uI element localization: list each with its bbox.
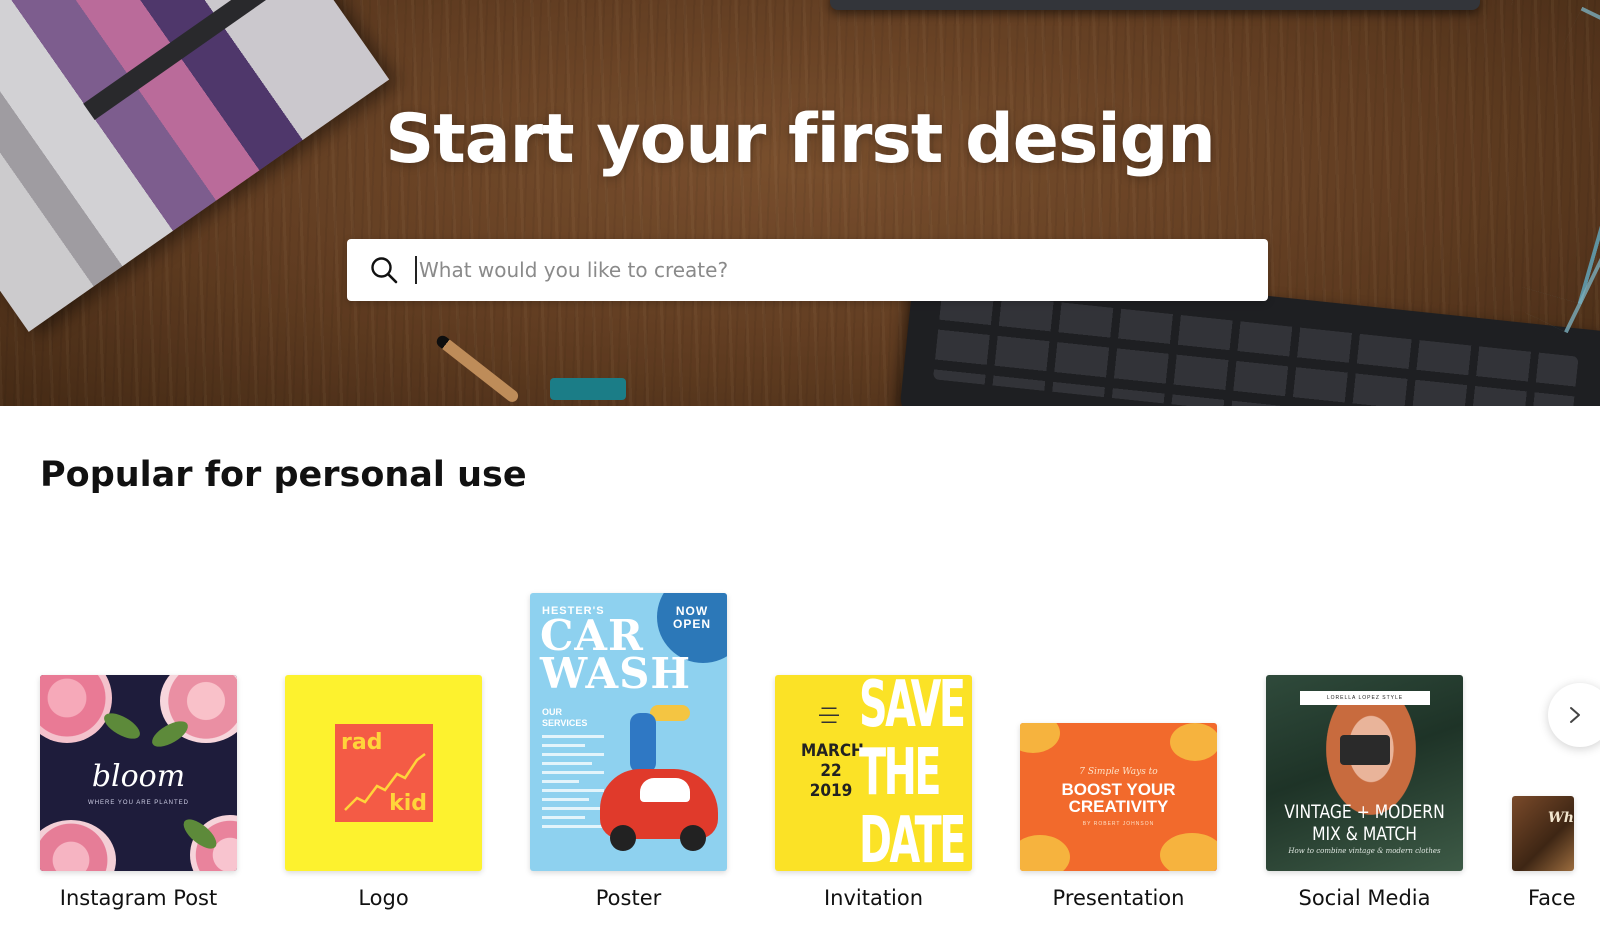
poster-badge-text: NOW OPEN <box>672 604 711 631</box>
design-thumb-instagram-post[interactable]: bloom WHERE YOU ARE PLANTED <box>40 675 237 871</box>
pres-kicker: 7 Simple Ways to <box>1079 767 1158 777</box>
logo-text-top: rad <box>341 730 383 755</box>
design-thumb-facebook[interactable]: Wh <box>1512 796 1574 871</box>
carousel-next-button[interactable] <box>1548 683 1600 747</box>
design-thumb-presentation[interactable]: 7 Simple Ways to BOOST YOUR CREATIVITY B… <box>1020 723 1217 871</box>
card-label-facebook[interactable]: Face <box>1512 886 1600 910</box>
pres-byline: BY ROBERT JOHNSON <box>1082 821 1155 827</box>
paint-splash <box>1020 835 1070 871</box>
card-label-social-media[interactable]: Social Media <box>1266 886 1463 910</box>
social-header: LORELLA LOPEZ STYLE <box>1300 691 1430 705</box>
design-thumb-social-media[interactable]: LORELLA LOPEZ STYLE VINTAGE + MODERN MIX… <box>1266 675 1463 871</box>
hero-banner: Start your first design <box>0 0 1600 406</box>
hero-overlay <box>0 0 1600 406</box>
thumb-text: bloom <box>91 759 186 794</box>
design-thumb-invitation[interactable]: ▬▬▬ ▬▬▬▬ ▬▬▬ MARCH 22 2019 SAVE THE DATE <box>775 675 972 871</box>
camera-icon <box>1340 735 1390 765</box>
leaf-decoration <box>100 708 144 744</box>
design-thumb-logo[interactable]: rad kid <box>285 675 482 871</box>
section-title: Popular for personal use <box>40 455 527 495</box>
car-wheel <box>610 825 636 851</box>
logo-square: rad kid <box>335 724 433 822</box>
social-subtitle: How to combine vintage & modern clothes <box>1288 847 1441 855</box>
paint-splash <box>1170 723 1217 761</box>
design-thumb-poster[interactable]: NOW OPEN HESTER'S CAR WASH OUR SERVICES <box>530 593 727 871</box>
thumb-subtext: WHERE YOU ARE PLANTED <box>88 800 189 806</box>
invite-date: MARCH 22 2019 <box>801 741 864 801</box>
car-wheel <box>680 825 706 851</box>
thumb-text: Wh <box>1548 810 1574 826</box>
person-illustration <box>630 713 656 773</box>
search-icon <box>371 257 398 284</box>
card-label-invitation[interactable]: Invitation <box>775 886 972 910</box>
card-label-instagram-post[interactable]: Instagram Post <box>40 886 237 910</box>
shower-head-illustration <box>650 705 690 721</box>
chevron-right-icon <box>1570 707 1580 723</box>
hero-title: Start your first design <box>385 100 1216 179</box>
search-bar[interactable] <box>347 239 1268 301</box>
poster-section: OUR SERVICES <box>542 707 588 728</box>
pres-title: BOOST YOUR CREATIVITY <box>1061 780 1176 816</box>
logo-text-bottom: kid <box>389 791 427 816</box>
card-label-logo[interactable]: Logo <box>285 886 482 910</box>
poster-title: CAR WASH <box>540 611 692 698</box>
paint-splash <box>1160 833 1217 871</box>
flower-decoration <box>40 820 116 871</box>
text-caret <box>415 256 417 284</box>
poster-text-lines <box>542 735 604 834</box>
invite-small-text-lines: ▬▬▬ ▬▬▬▬ ▬▬▬ <box>819 705 839 725</box>
flower-decoration <box>40 675 112 743</box>
social-title: VINTAGE + MODERN MIX & MATCH <box>1284 801 1445 845</box>
card-label-presentation[interactable]: Presentation <box>1020 886 1217 910</box>
car-window-illustration <box>640 778 690 802</box>
card-label-poster[interactable]: Poster <box>530 886 727 910</box>
search-input[interactable] <box>419 239 1268 301</box>
paint-splash <box>1020 723 1060 753</box>
invite-title: SAVE THE DATE <box>859 675 966 871</box>
